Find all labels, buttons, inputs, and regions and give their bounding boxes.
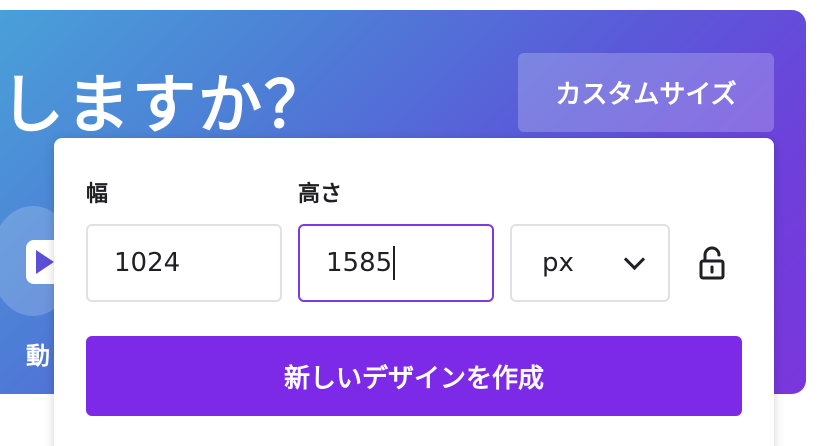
width-label: 幅 [86,182,109,207]
lock-open-icon[interactable] [694,244,732,284]
hero-title: しますか？ [0,69,330,143]
play-icon [36,250,54,274]
height-label: 高さ [298,182,343,207]
height-input-value: 1585 [326,248,393,278]
unit-select[interactable]: px [510,224,670,302]
width-input-value: 1024 [114,248,181,278]
create-new-design-button[interactable]: 新しいデザインを作成 [86,336,742,416]
chevron-down-icon [623,248,646,270]
height-input[interactable]: 1585 [298,224,494,302]
page: しますか？ カスタムサイズ 動 幅 高さ 1024 1585 px 新しいデザイ… [0,0,834,446]
video-category-label: 動 [26,342,50,370]
custom-size-button[interactable]: カスタムサイズ [518,53,774,132]
unit-select-value: px [542,248,574,278]
text-caret [393,246,396,280]
width-input[interactable]: 1024 [86,224,282,302]
custom-size-panel: 幅 高さ 1024 1585 px 新しいデザインを作成 [54,138,774,446]
